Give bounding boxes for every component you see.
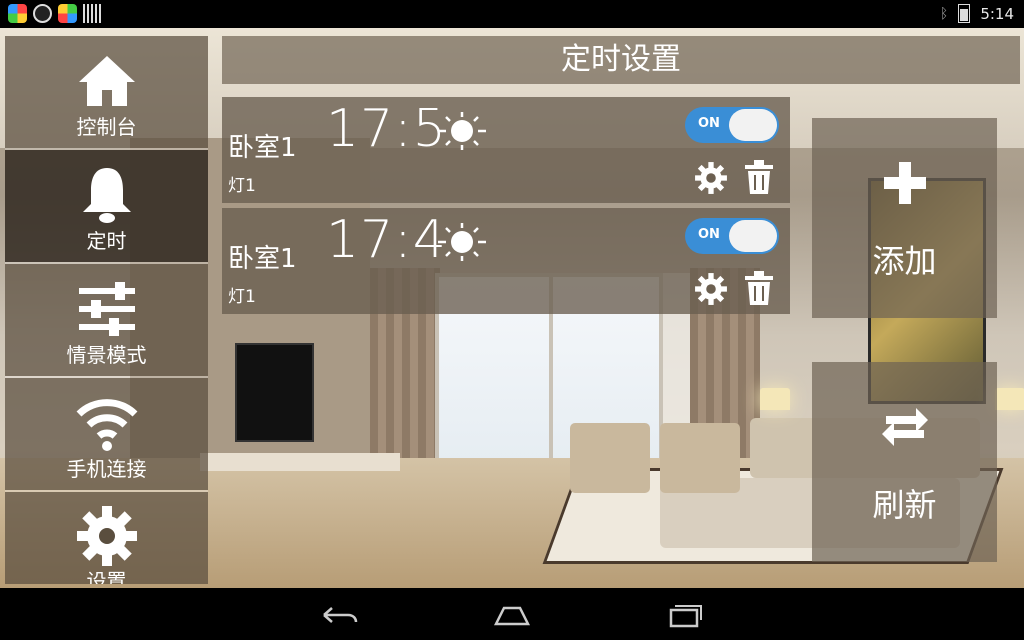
sidebar-item-settings[interactable]: 设置 <box>5 492 208 584</box>
sidebar-item-scenes[interactable]: 情景模式 <box>5 264 208 376</box>
sidebar-item-console[interactable]: 控制台 <box>5 36 208 148</box>
sidebar-item-label: 设置 <box>86 569 127 584</box>
status-bar: ᛒ 5:14 <box>0 0 1024 28</box>
timer-toggle[interactable]: ON <box>685 218 779 254</box>
add-button[interactable]: 添加 <box>812 118 997 318</box>
timer-time: 17:5 <box>326 99 447 159</box>
gear-icon <box>76 506 137 566</box>
sun-icon <box>438 112 486 150</box>
timer-toggle[interactable]: ON <box>685 107 779 143</box>
plus-icon <box>883 162 926 204</box>
sidebar-item-label: 情景模式 <box>66 343 147 367</box>
trash-icon[interactable] <box>743 159 775 195</box>
battery-icon <box>958 4 971 23</box>
app-icon <box>58 4 77 23</box>
timer-card[interactable]: 卧室1 灯1 17:4 ON <box>222 208 790 314</box>
status-clock: 5:14 <box>980 4 1014 23</box>
timer-device: 灯1 <box>228 176 256 196</box>
barcode-icon <box>83 4 102 23</box>
gear-icon[interactable] <box>694 161 728 195</box>
sliders-icon <box>78 282 135 336</box>
recents-icon[interactable] <box>665 602 705 628</box>
timer-room: 卧室1 <box>228 244 297 274</box>
refresh-icon <box>881 408 928 446</box>
sidebar-item-label: 定时 <box>86 229 127 253</box>
timer-card[interactable]: 卧室1 灯1 17:5 ON <box>222 97 790 203</box>
refresh-button[interactable]: 刷新 <box>812 362 997 562</box>
home-nav-icon[interactable] <box>492 602 532 628</box>
refresh-button-label: 刷新 <box>872 486 937 524</box>
toggle-knob <box>729 109 777 141</box>
sidebar-item-timer[interactable]: 定时 <box>5 150 208 262</box>
toggle-knob <box>729 220 777 252</box>
bell-icon <box>82 168 131 223</box>
gear-icon[interactable] <box>694 272 728 306</box>
back-icon[interactable] <box>320 602 360 628</box>
home-icon <box>78 56 135 106</box>
bluetooth-icon: ᛒ <box>939 5 949 22</box>
timer-time: 17:4 <box>326 210 447 270</box>
sidebar-item-phone[interactable]: 手机连接 <box>5 378 208 490</box>
sidebar-item-label: 控制台 <box>76 115 137 139</box>
page-title: 定时设置 <box>222 36 1020 84</box>
add-button-label: 添加 <box>872 242 937 280</box>
wifi-icon <box>76 399 137 451</box>
app-icon <box>8 4 27 23</box>
sun-icon <box>438 223 486 261</box>
app-icon <box>33 4 52 23</box>
trash-icon[interactable] <box>743 270 775 306</box>
toggle-label: ON <box>698 227 720 242</box>
sidebar: 控制台 定时 情景模式 手机连接 设置 <box>5 36 208 584</box>
system-nav-bar <box>0 588 1024 640</box>
timer-room: 卧室1 <box>228 133 297 163</box>
timer-device: 灯1 <box>228 287 256 307</box>
sidebar-item-label: 手机连接 <box>66 457 147 481</box>
toggle-label: ON <box>698 116 720 131</box>
